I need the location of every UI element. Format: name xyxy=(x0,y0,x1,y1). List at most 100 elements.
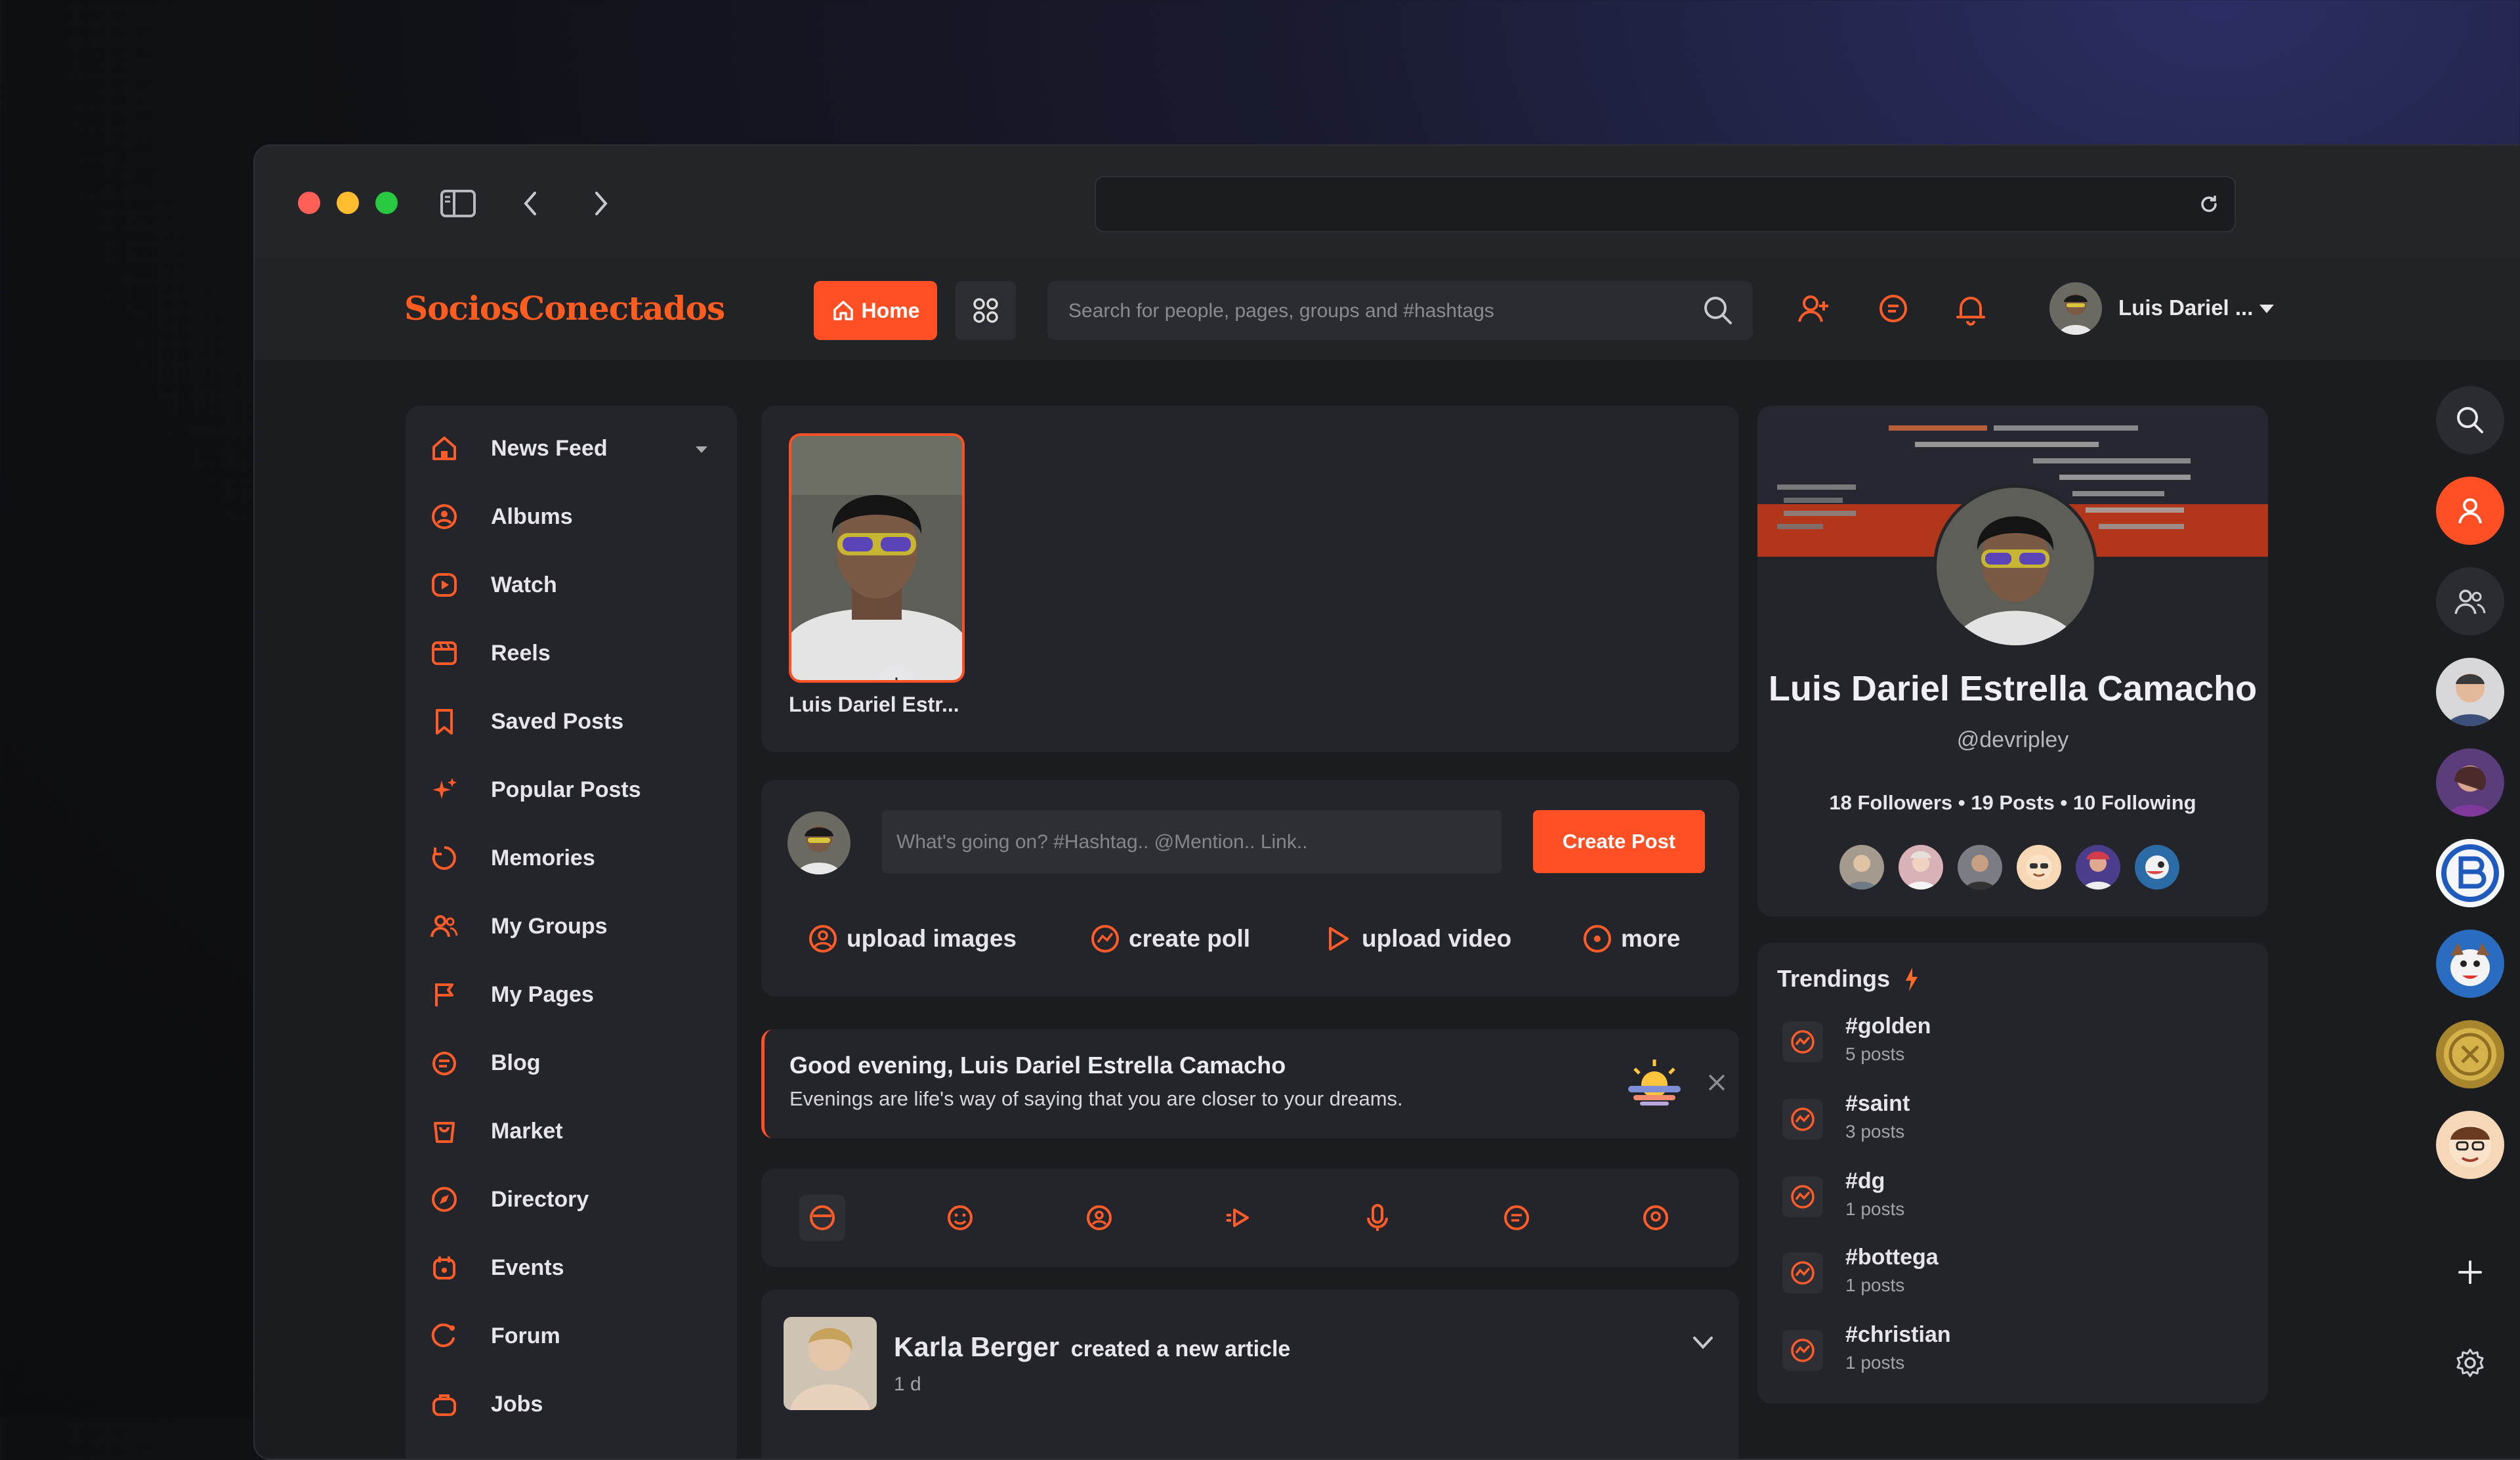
sidebar-item-label: My Pages xyxy=(491,981,594,1007)
sidebar-item-my-pages[interactable]: My Pages xyxy=(425,965,714,1024)
forum-icon xyxy=(425,1317,463,1355)
text-post-icon[interactable] xyxy=(799,1195,845,1241)
sidebar-item-forum[interactable]: Forum xyxy=(425,1306,714,1365)
messages-icon[interactable] xyxy=(1870,286,1916,332)
zoom-window-button[interactable] xyxy=(375,192,398,214)
more-label: more xyxy=(1621,925,1681,952)
sidebar-item-jobs[interactable]: Jobs xyxy=(425,1375,714,1434)
contact-avatar[interactable] xyxy=(2436,658,2504,726)
sidebar-item-market[interactable]: Market xyxy=(425,1102,714,1161)
add-contact-icon[interactable] xyxy=(2436,1238,2504,1306)
upload-images-label: upload images xyxy=(847,925,1017,952)
trending-item[interactable]: #golden 5 posts xyxy=(1777,1014,2223,1086)
photo-icon[interactable] xyxy=(1076,1195,1122,1241)
home-button[interactable]: Home xyxy=(814,281,937,340)
minimize-window-button[interactable] xyxy=(337,192,359,214)
site-logo[interactable]: SociosConectados xyxy=(404,289,725,328)
sidebar-item-label: Market xyxy=(491,1118,563,1144)
friend-avatar[interactable] xyxy=(2133,843,2181,891)
sidebar-item-label: Jobs xyxy=(491,1391,543,1417)
sidebar-item-label: Events xyxy=(491,1255,564,1280)
trending-item[interactable]: #bottega 1 posts xyxy=(1777,1245,2223,1317)
sidebar-item-my-groups[interactable]: My Groups xyxy=(425,897,714,956)
location-icon[interactable] xyxy=(1633,1195,1679,1241)
add-friend-icon[interactable] xyxy=(1790,286,1836,332)
user-avatar[interactable] xyxy=(2049,282,2102,335)
notifications-bell-icon[interactable] xyxy=(1948,286,1994,332)
close-window-button[interactable] xyxy=(298,192,320,214)
address-bar[interactable] xyxy=(1095,176,2236,232)
create-poll-button[interactable]: create poll xyxy=(1089,923,1250,955)
user-menu-name[interactable]: Luis Dariel ... xyxy=(2118,295,2253,320)
back-arrow-icon[interactable] xyxy=(511,185,550,222)
forward-arrow-icon[interactable] xyxy=(581,185,621,222)
friend-avatar[interactable] xyxy=(1838,843,1886,891)
story-photo xyxy=(791,436,962,680)
right-groups-button[interactable] xyxy=(2436,567,2504,635)
chevron-down-icon[interactable] xyxy=(1692,1335,1714,1351)
sidebar-item-saved-posts[interactable]: Saved Posts xyxy=(425,692,714,751)
trending-item[interactable]: #saint 3 posts xyxy=(1777,1091,2223,1163)
profile-avatar[interactable] xyxy=(1933,484,2097,649)
trending-tag: #dg xyxy=(1845,1169,1885,1193)
stat-separator: • xyxy=(1958,791,1965,814)
post-author-name[interactable]: Karla Berger xyxy=(894,1331,1059,1362)
contact-avatar[interactable] xyxy=(2436,1111,2504,1179)
chevron-down-icon[interactable] xyxy=(696,446,707,453)
trending-item[interactable]: #dg 1 posts xyxy=(1777,1169,2223,1241)
search-input[interactable] xyxy=(1067,281,1687,341)
contact-avatar[interactable] xyxy=(2436,930,2504,998)
sidebar-item-albums[interactable]: Albums xyxy=(425,487,714,546)
post-author-avatar[interactable] xyxy=(784,1317,877,1410)
sidebar-item-memories[interactable]: Memories xyxy=(425,828,714,888)
followers-count[interactable]: 18 Followers xyxy=(1829,791,1952,814)
stat-separator: • xyxy=(2060,791,2068,814)
story-card[interactable]: + xyxy=(789,433,965,683)
following-count[interactable]: 10 Following xyxy=(2073,791,2196,814)
upload-images-button[interactable]: upload images xyxy=(807,923,1017,955)
sidebar-item-label: My Groups xyxy=(491,913,608,939)
sidebar-item-reels[interactable]: Reels xyxy=(425,624,714,683)
contact-avatar[interactable] xyxy=(2436,839,2504,907)
sidebar-toggle-icon[interactable] xyxy=(438,185,478,222)
right-user-button[interactable] xyxy=(2436,477,2504,545)
friend-avatar[interactable] xyxy=(2015,843,2063,891)
trending-count: 5 posts xyxy=(1845,1044,1905,1064)
sidebar-item-label: Watch xyxy=(491,572,557,597)
microphone-icon[interactable] xyxy=(1354,1195,1400,1241)
sidebar-item-watch[interactable]: Watch xyxy=(425,555,714,614)
upload-video-button[interactable]: upload video xyxy=(1322,923,1511,955)
sidebar-item-directory[interactable]: Directory xyxy=(425,1170,714,1229)
groups-icon xyxy=(2454,590,2486,614)
album-icon xyxy=(425,498,463,536)
sidebar-item-label: Forum xyxy=(491,1323,560,1348)
composer-input[interactable] xyxy=(882,810,1488,874)
left-sidebar: News Feed Albums Watch Reels Saved Posts… xyxy=(406,406,737,1459)
search-icon[interactable] xyxy=(1702,294,1734,327)
create-post-button[interactable]: Create Post xyxy=(1533,810,1705,873)
sidebar-item-news-feed[interactable]: News Feed xyxy=(425,419,714,478)
sidebar-item-label: Blog xyxy=(491,1050,541,1075)
sidebar-item-events[interactable]: Events xyxy=(425,1238,714,1297)
apps-grid-button[interactable] xyxy=(956,281,1016,340)
friend-avatar[interactable] xyxy=(1956,843,2004,891)
trending-icon xyxy=(1782,1021,1823,1062)
close-icon[interactable] xyxy=(1707,1073,1727,1092)
friend-avatar[interactable] xyxy=(2074,843,2122,891)
trending-item[interactable]: #christian 1 posts xyxy=(1777,1322,2223,1394)
live-video-icon[interactable] xyxy=(1215,1195,1261,1241)
sidebar-item-blog[interactable]: Blog xyxy=(425,1033,714,1092)
profile-handle[interactable]: @devripley xyxy=(1757,727,2268,753)
more-actions-button[interactable]: more xyxy=(1582,923,1680,955)
posts-count[interactable]: 19 Posts xyxy=(1971,791,2055,814)
friend-avatar[interactable] xyxy=(1897,843,1945,891)
emoji-icon[interactable] xyxy=(937,1195,983,1241)
right-search-button[interactable] xyxy=(2436,386,2504,454)
article-icon[interactable] xyxy=(1494,1195,1540,1241)
reload-icon[interactable] xyxy=(2198,193,2220,215)
contact-avatar[interactable] xyxy=(2436,748,2504,817)
user-menu-caret-icon[interactable] xyxy=(2259,305,2274,313)
settings-gear-icon[interactable] xyxy=(2436,1329,2504,1397)
sidebar-item-popular-posts[interactable]: Popular Posts xyxy=(425,760,714,819)
contact-avatar[interactable] xyxy=(2436,1020,2504,1088)
